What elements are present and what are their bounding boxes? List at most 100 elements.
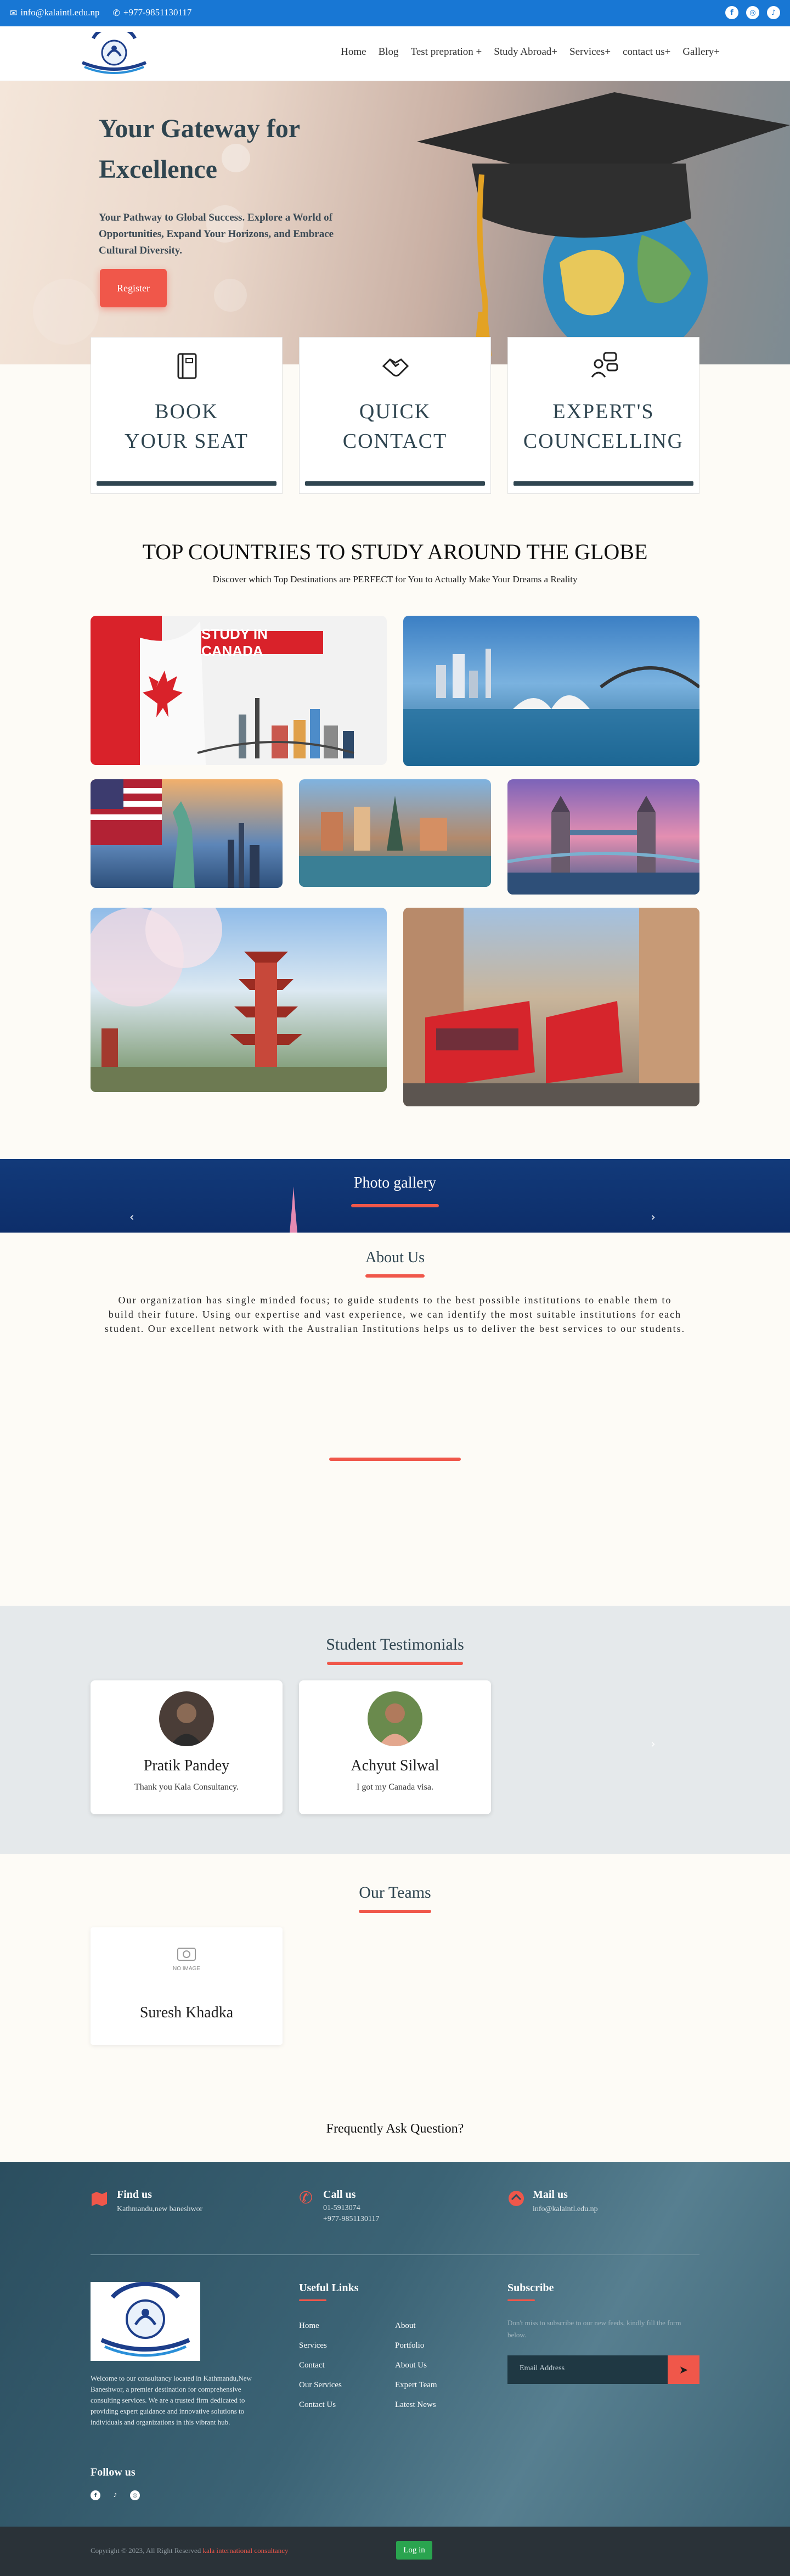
mail-us-title: Mail us [533, 2189, 568, 2201]
nav-test-preparation[interactable]: Test prepration + [411, 46, 482, 58]
copyright-text-wrap: Copyright © 2023, All Right Reserved kal… [91, 2546, 288, 2555]
subscribe-title: Subscribe [507, 2282, 554, 2294]
nav-gallery[interactable]: Gallery+ [682, 46, 720, 58]
country-tile-japan[interactable] [91, 908, 387, 1092]
useful-links-underline [299, 2299, 326, 2301]
call-us-title: Call us [323, 2189, 356, 2201]
feature-card-book-seat[interactable]: BOOK YOUR SEAT [91, 337, 283, 494]
copyright-brand-link[interactable]: kala international consultancy [203, 2546, 289, 2555]
teams-title-underline [359, 1910, 431, 1913]
footer-link-home[interactable]: Home [299, 2316, 342, 2336]
instagram-icon[interactable]: ◎ [746, 6, 759, 19]
nav-home[interactable]: Home [341, 46, 366, 58]
countries-subtitle: Discover which Top Destinations are PERF… [212, 574, 578, 584]
countries-title: TOP COUNTRIES TO STUDY AROUND THE GLOBE [142, 539, 648, 564]
call-us-line2: +977-9851130117 [323, 2215, 380, 2223]
subscribe-underline [507, 2299, 535, 2301]
copyright-text: Copyright © 2023, All Right Reserved [91, 2546, 201, 2555]
topbar-email-link[interactable]: ✉ info@kalaintl.edu.np [10, 7, 99, 18]
find-us-title: Find us [117, 2189, 152, 2201]
subscribe-text: Don't miss to subscribe to our new feeds… [507, 2319, 681, 2339]
testimonial-name: Achyut Silwal [351, 1757, 439, 1774]
send-icon[interactable]: ➤ [668, 2355, 699, 2384]
feature-bar [97, 481, 276, 486]
gallery-next-icon[interactable]: › [651, 1211, 656, 1224]
main-menu: Home Blog Test prepration + Study Abroad… [341, 46, 720, 58]
country-tile-uk[interactable] [507, 779, 699, 895]
avatar [159, 1691, 214, 1746]
feature-card-quick-contact[interactable]: QUICK CONTACT [299, 337, 491, 494]
europe-city-image [299, 796, 491, 887]
hero-title: Your Gateway for Excellence [99, 114, 300, 184]
nav-blog[interactable]: Blog [379, 46, 399, 58]
footer-link-about-us[interactable]: About Us [395, 2355, 437, 2375]
testimonials-title: Student Testimonials [326, 1635, 464, 1653]
email-placeholder: Email Address [520, 2364, 565, 2372]
facebook-icon[interactable]: f [91, 2490, 100, 2500]
canada-banner: STUDY IN CANADA [201, 626, 323, 659]
footer-logo[interactable] [91, 2281, 200, 2361]
site-logo[interactable] [77, 25, 151, 76]
footer-link-latest-news[interactable]: Latest News [395, 2395, 437, 2415]
useful-links-col1: Home Services Contact Our Services Conta… [299, 2316, 342, 2415]
footer-link-about[interactable]: About [395, 2316, 437, 2336]
teams-title: Our Teams [359, 1883, 431, 1902]
top-bar: ✉ info@kalaintl.edu.np ✆ +977-9851130117… [0, 0, 790, 26]
envelope-icon: ✉ [10, 7, 18, 18]
switzerland-image [403, 908, 699, 1106]
no-image-icon [177, 1948, 196, 1961]
footer-link-contact-us[interactable]: Contact Us [299, 2395, 342, 2415]
feature-bar [305, 481, 485, 486]
instagram-icon[interactable]: ◎ [130, 2490, 140, 2500]
country-tile-canada[interactable]: STUDY IN CANADA [91, 616, 387, 765]
gallery-prev-icon[interactable]: ‹ [129, 1211, 134, 1224]
footer-link-portfolio[interactable]: Portfolio [395, 2336, 437, 2355]
phone-icon: ✆ [299, 2189, 313, 2208]
faq-title: Frequently Ask Question? [326, 2122, 464, 2136]
footer-link-contact[interactable]: Contact [299, 2355, 342, 2375]
footer-link-our-services[interactable]: Our Services [299, 2375, 342, 2395]
useful-links-title: Useful Links [299, 2282, 359, 2294]
japan-image [91, 908, 387, 1092]
gallery-title: Photo gallery [353, 1174, 437, 1191]
call-us-line1: 01-5913074 [323, 2204, 360, 2212]
team-member-name: Suresh Khadka [139, 2004, 234, 2021]
country-tile-switzerland[interactable] [403, 908, 699, 1106]
footer-divider [91, 2254, 699, 2255]
photo-gallery-section: Photo gallery ‹ › [0, 1159, 790, 1233]
subscribe-email-field[interactable]: Email Address [507, 2355, 668, 2384]
phone-icon: ✆ [112, 7, 120, 18]
australia-image [403, 649, 699, 766]
nav-contact-us[interactable]: contact us+ [623, 46, 670, 58]
testimonial-card: Pratik Pandey Thank you Kala Consultancy… [91, 1680, 283, 1814]
topbar-phone-link[interactable]: ✆ +977-9851130117 [112, 7, 191, 18]
testimonial-message: Thank you Kala Consultancy. [134, 1782, 239, 1792]
mail-us-value: info@kalaintl.edu.np [533, 2205, 598, 2213]
login-button[interactable]: Log in [396, 2541, 432, 2560]
footer-link-expert-team[interactable]: Expert Team [395, 2375, 437, 2395]
feature-label: BOOK YOUR SEAT [125, 400, 249, 453]
uk-image [507, 796, 699, 895]
testimonial-message: I got my Canada visa. [357, 1782, 433, 1792]
footer-about-text: Welcome to our consultancy located in Ka… [91, 2374, 252, 2426]
country-tile-europe[interactable] [299, 779, 491, 887]
about-title: About Us [365, 1249, 425, 1266]
footer-link-services[interactable]: Services [299, 2336, 342, 2355]
feature-card-expert-counselling[interactable]: EXPERT'S COUNCELLING [507, 337, 699, 494]
about-divider [329, 1458, 461, 1461]
gallery-tower-image [290, 1186, 297, 1233]
nav-services[interactable]: Services+ [569, 46, 611, 58]
about-text: Our organization has single minded focus… [104, 1295, 686, 1334]
nav-study-abroad[interactable]: Study Abroad+ [494, 46, 557, 58]
register-button[interactable]: Register [100, 269, 167, 307]
mail-open-icon [509, 2191, 524, 2206]
facebook-icon[interactable]: f [725, 6, 738, 19]
country-tile-australia[interactable] [403, 616, 699, 766]
topbar-email: info@kalaintl.edu.np [20, 7, 100, 18]
tiktok-icon[interactable]: ♪ [767, 6, 780, 19]
country-tile-usa[interactable] [91, 779, 283, 888]
tiktok-icon[interactable]: ♪ [110, 2490, 120, 2500]
feature-label: EXPERT'S COUNCELLING [523, 400, 684, 453]
testimonials-next-icon[interactable]: › [651, 1737, 656, 1751]
feature-label: QUICK CONTACT [342, 400, 448, 453]
